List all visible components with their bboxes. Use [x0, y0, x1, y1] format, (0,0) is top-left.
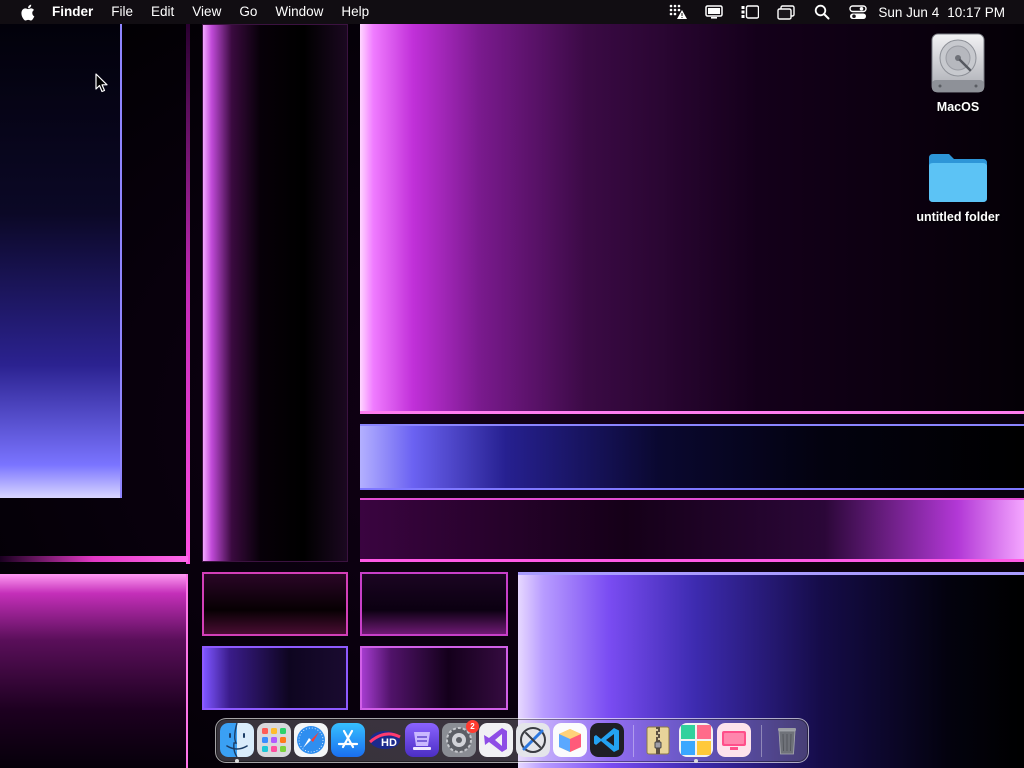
- dock-app-trash[interactable]: [770, 723, 804, 757]
- wallpaper-panel: [360, 572, 508, 636]
- app-store-icon: [331, 723, 365, 757]
- mouse-pointer-icon: [95, 73, 109, 98]
- dock-app-system-settings[interactable]: 2: [442, 720, 479, 757]
- display-icon[interactable]: [703, 3, 725, 21]
- menu-window[interactable]: Window: [266, 0, 332, 24]
- desktop-item-label: untitled folder: [916, 210, 1000, 224]
- trash-icon: [778, 728, 796, 755]
- menu-app-finder[interactable]: Finder: [46, 0, 102, 24]
- dock-app-package[interactable]: [553, 723, 587, 757]
- menu-file[interactable]: File: [102, 0, 142, 24]
- dock-separator: [633, 725, 634, 757]
- package-box-icon: [553, 723, 587, 757]
- notification-badge: 2: [466, 720, 479, 733]
- safari-icon: [294, 723, 328, 757]
- wallpaper-panel: [202, 572, 348, 636]
- wallpaper-panel: [0, 574, 188, 768]
- dock-app-visual-studio[interactable]: [479, 723, 513, 757]
- wallpaper-panel: [360, 646, 508, 710]
- wallpaper-glow-strip: [0, 556, 188, 562]
- visual-studio-icon: [479, 723, 513, 757]
- menu-bar: Finder File Edit View Go Window Help Sun…: [0, 0, 1024, 24]
- running-indicator: [694, 759, 698, 763]
- menu-go[interactable]: Go: [230, 0, 266, 24]
- launchpad-icon: [257, 723, 291, 757]
- pink-display-icon: [717, 723, 751, 757]
- dock-app-hd-video[interactable]: HD: [368, 723, 402, 757]
- dock-app-screen-display[interactable]: [717, 723, 751, 757]
- wallpaper-panel: [360, 424, 1024, 490]
- dock-app-launchpad[interactable]: [257, 723, 291, 757]
- instruments-icon: [516, 723, 550, 757]
- dock: HD 2: [215, 718, 809, 763]
- menu-edit[interactable]: Edit: [142, 0, 183, 24]
- dock-app-instruments[interactable]: [516, 723, 550, 757]
- archive-icon: [405, 723, 439, 757]
- dock-separator: [761, 725, 762, 757]
- wallpaper-panel: [360, 498, 1024, 562]
- dock-app-archiver[interactable]: [641, 723, 675, 757]
- finder-icon: [220, 723, 254, 757]
- vscode-icon: [590, 723, 624, 757]
- apple-menu-icon[interactable]: [18, 3, 36, 21]
- menu-bar-clock[interactable]: 10:17 PM: [939, 5, 1024, 20]
- menu-bar-date[interactable]: Sun Jun 4: [876, 5, 939, 20]
- spotlight-search-icon[interactable]: [811, 3, 833, 21]
- menu-view[interactable]: View: [183, 0, 230, 24]
- menu-bar-status-area: Sun Jun 4 10:17 PM: [660, 0, 1024, 24]
- menu-help[interactable]: Help: [332, 0, 378, 24]
- running-indicator: [235, 759, 239, 763]
- dock-app-photo-grid[interactable]: [679, 723, 713, 757]
- folder-icon: [929, 154, 987, 202]
- network-warning-icon[interactable]: [667, 3, 689, 21]
- wallpaper-panel: [202, 646, 348, 710]
- stage-manager-icon[interactable]: [739, 3, 761, 21]
- hard-drive-icon: [931, 33, 985, 93]
- zip-archive-icon: [646, 726, 670, 755]
- wallpaper-panel: [202, 24, 348, 562]
- dock-app-archive[interactable]: [405, 723, 439, 757]
- dock-app-app-store[interactable]: [331, 723, 365, 757]
- control-center-icon[interactable]: [847, 3, 869, 21]
- hd-video-icon: HD: [369, 731, 401, 749]
- window-overlap-icon[interactable]: [775, 3, 797, 21]
- photo-grid-icon: [679, 723, 713, 757]
- dock-app-safari[interactable]: [294, 723, 328, 757]
- wallpaper-glow-strip: [186, 24, 190, 564]
- desktop-wallpaper: [0, 0, 1024, 768]
- desktop-item-untitled-folder[interactable]: untitled folder: [903, 150, 1013, 224]
- svg-text:HD: HD: [381, 737, 397, 749]
- dock-app-vscode[interactable]: [590, 723, 624, 757]
- dock-app-finder[interactable]: [220, 723, 254, 757]
- desktop-item-label: MacOS: [936, 100, 980, 114]
- desktop-item-macos-drive[interactable]: MacOS: [903, 32, 1013, 114]
